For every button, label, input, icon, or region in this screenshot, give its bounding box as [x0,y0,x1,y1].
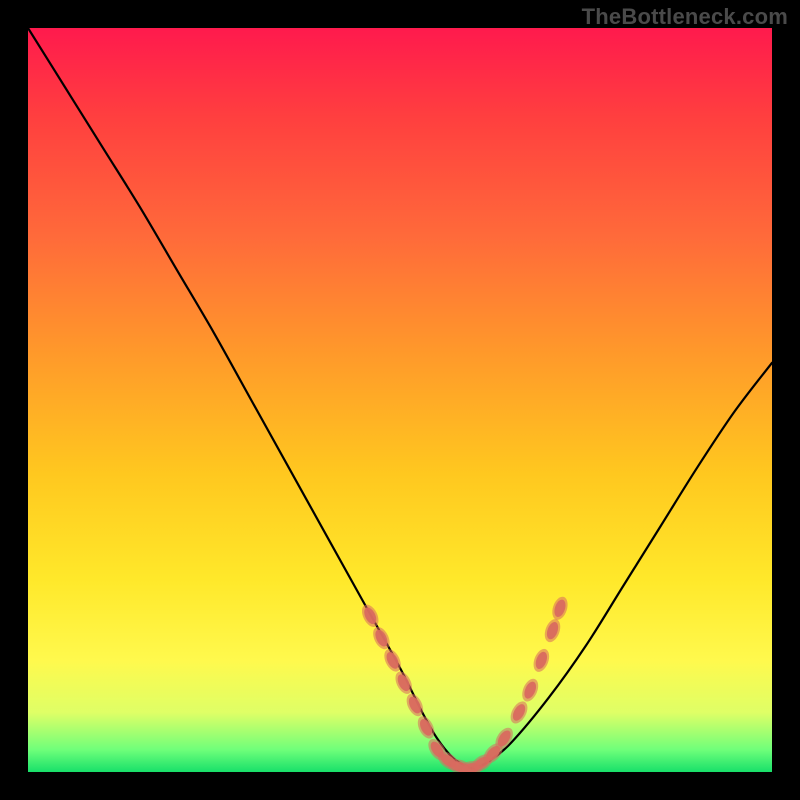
curve-marker [507,699,531,727]
curve-marker [414,713,437,741]
curve-marker [542,617,563,644]
curve-layer [28,28,772,772]
curve-marker [531,647,553,674]
curve-marker [519,676,541,704]
bottleneck-curve [28,28,772,768]
curve-markers [359,595,571,772]
curve-marker [550,595,571,622]
plot-area [28,28,772,772]
watermark-text: TheBottleneck.com [582,4,788,30]
curve-marker [359,602,382,630]
chart-frame: TheBottleneck.com [0,0,800,800]
bottleneck-curve-path [28,28,772,768]
